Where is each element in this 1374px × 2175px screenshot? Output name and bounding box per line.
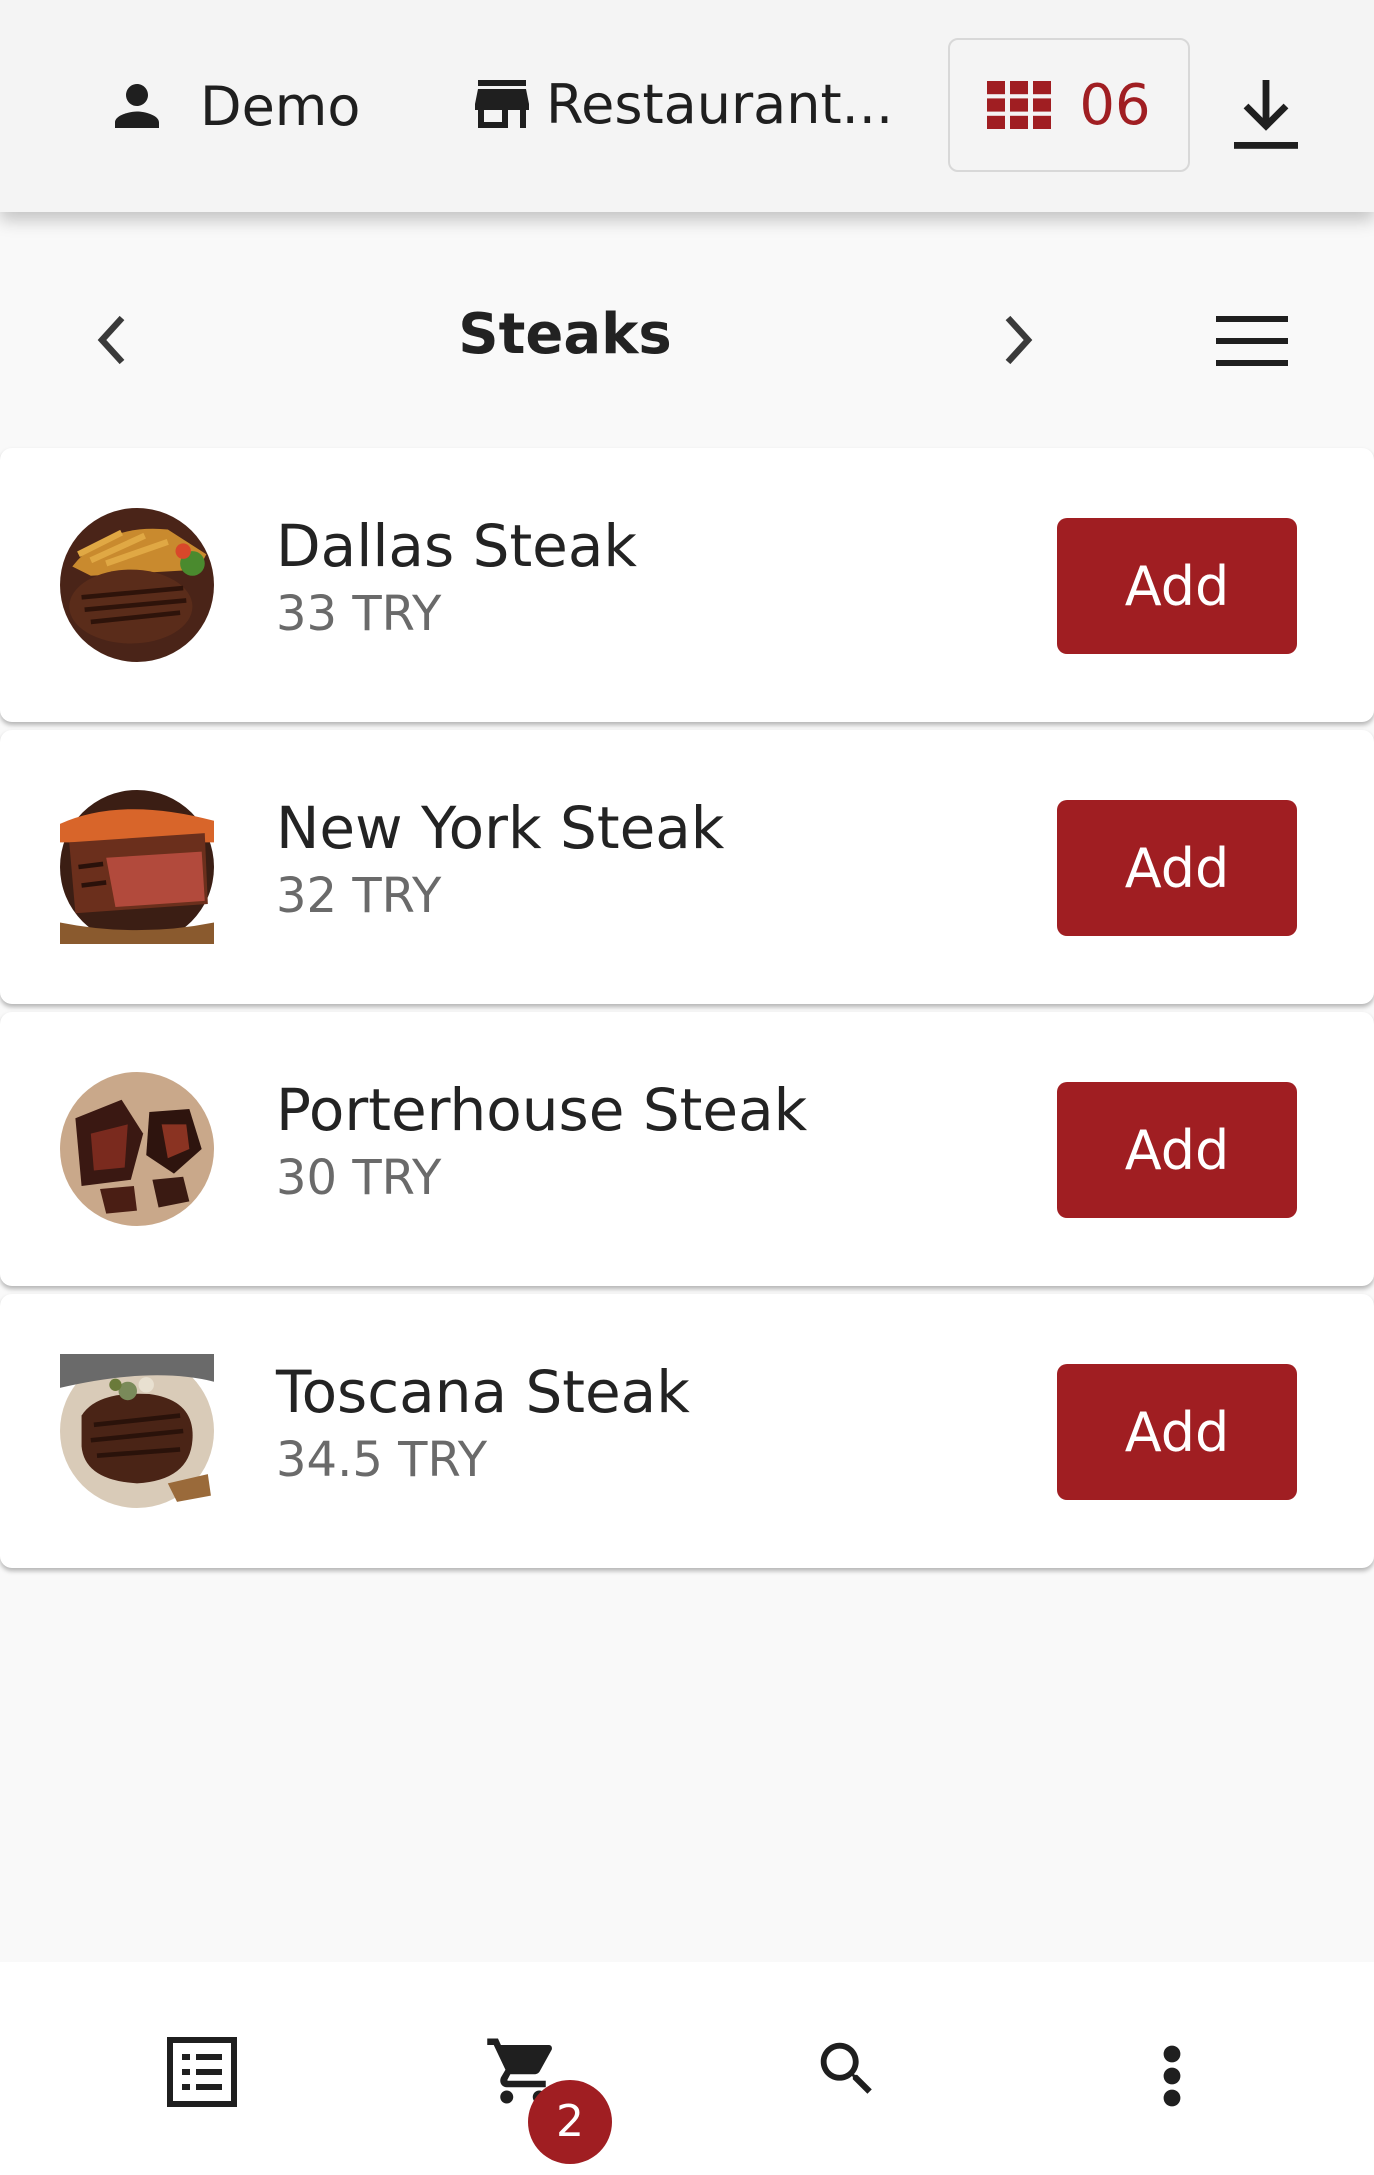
user-name: Demo (200, 74, 361, 138)
product-image (60, 790, 214, 944)
grid-icon (987, 80, 1052, 130)
top-header: Demo Restaurant... 06 (0, 0, 1374, 212)
category-menu-button[interactable] (1216, 316, 1288, 366)
product-card[interactable]: Dallas Steak 33 TRY Add (0, 448, 1374, 722)
category-bar: Steaks (0, 280, 1374, 400)
person-icon (104, 73, 170, 139)
restaurant-name: Restaurant... (546, 72, 894, 136)
more-vertical-icon (1160, 2044, 1184, 2108)
bottom-nav: 2 (0, 1962, 1374, 2175)
user-menu[interactable]: Demo (104, 68, 360, 144)
product-image (60, 1072, 214, 1226)
product-price: 30 TRY (276, 1150, 442, 1206)
add-button[interactable]: Add (1057, 800, 1297, 936)
nav-more-button[interactable] (1160, 2044, 1184, 2108)
cart-count-badge: 2 (528, 2080, 612, 2164)
add-button[interactable]: Add (1057, 1364, 1297, 1500)
product-card[interactable]: New York Steak 32 TRY Add (0, 730, 1374, 1004)
product-card[interactable]: Toscana Steak 34.5 TRY Add (0, 1294, 1374, 1568)
storefront-icon (466, 68, 538, 140)
add-button[interactable]: Add (1057, 1082, 1297, 1218)
product-image (60, 1354, 214, 1508)
search-icon (812, 2034, 882, 2104)
chevron-left-icon (92, 312, 132, 368)
product-image (60, 508, 214, 662)
table-selector-button[interactable]: 06 (948, 38, 1190, 172)
list-icon (166, 2036, 238, 2108)
hamburger-menu-icon (1216, 316, 1288, 366)
download-button[interactable] (1232, 76, 1300, 152)
product-card[interactable]: Porterhouse Steak 30 TRY Add (0, 1012, 1374, 1286)
product-price: 33 TRY (276, 586, 442, 642)
product-name: Dallas Steak (276, 512, 637, 580)
chevron-right-icon (998, 312, 1038, 368)
product-name: Toscana Steak (276, 1358, 690, 1426)
category-title: Steaks (458, 302, 672, 367)
nav-search-button[interactable] (812, 2034, 882, 2104)
nav-menu-list-button[interactable] (166, 2036, 238, 2108)
product-price: 34.5 TRY (276, 1432, 488, 1488)
product-list: Dallas Steak 33 TRY Add New York Steak 3… (0, 448, 1374, 1576)
previous-category-button[interactable] (92, 312, 132, 368)
product-price: 32 TRY (276, 868, 442, 924)
next-category-button[interactable] (998, 312, 1038, 368)
download-icon (1232, 76, 1300, 152)
restaurant-selector[interactable]: Restaurant... (466, 64, 914, 144)
product-name: Porterhouse Steak (276, 1076, 808, 1144)
product-name: New York Steak (276, 794, 725, 862)
add-button[interactable]: Add (1057, 518, 1297, 654)
table-number: 06 (1079, 72, 1151, 138)
